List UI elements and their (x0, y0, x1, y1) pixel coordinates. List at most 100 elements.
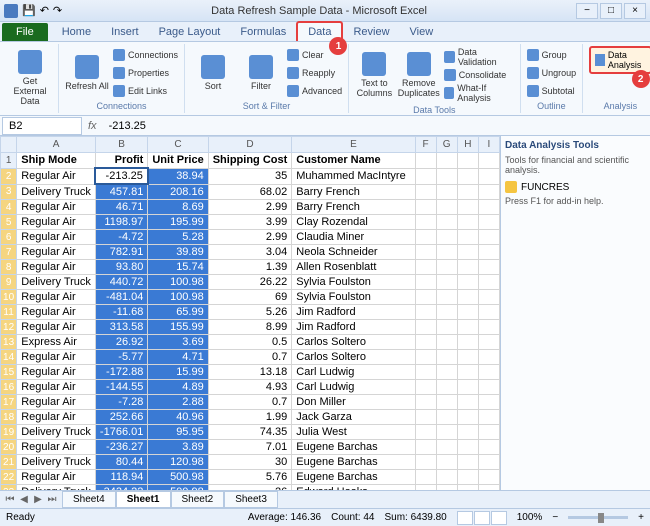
cell[interactable] (478, 200, 499, 215)
cell[interactable]: 5.26 (208, 305, 292, 320)
row-header-13[interactable]: 13 (1, 335, 17, 350)
view-normal-button[interactable] (457, 511, 473, 525)
cell[interactable] (478, 455, 499, 470)
cell[interactable]: 46.71 (95, 200, 147, 215)
cell[interactable]: Claudia Miner (292, 230, 415, 245)
cell[interactable]: 2.99 (208, 200, 292, 215)
cell[interactable] (415, 485, 436, 491)
cell[interactable]: 3.89 (148, 440, 208, 455)
tab-nav-first[interactable]: ⏮ (4, 494, 16, 505)
cell[interactable]: 1.99 (208, 410, 292, 425)
cell[interactable]: Regular Air (17, 305, 96, 320)
cell[interactable]: 782.91 (95, 245, 147, 260)
cell[interactable] (436, 380, 457, 395)
cell[interactable] (415, 168, 436, 184)
cell[interactable]: Regular Air (17, 245, 96, 260)
cell[interactable]: 1198.97 (95, 215, 147, 230)
cell[interactable]: 120.98 (148, 455, 208, 470)
cell[interactable] (415, 440, 436, 455)
cell[interactable] (478, 275, 499, 290)
cell[interactable]: 2.88 (148, 395, 208, 410)
cell[interactable]: 4.89 (148, 380, 208, 395)
cell[interactable]: Jack Garza (292, 410, 415, 425)
what-if-button[interactable]: What-If Analysis (444, 82, 514, 104)
row-header-9[interactable]: 9 (1, 275, 17, 290)
cell[interactable]: 26.22 (208, 275, 292, 290)
cell[interactable]: 8.99 (208, 320, 292, 335)
row-header-10[interactable]: 10 (1, 290, 17, 305)
cell[interactable]: Allen Rosenblatt (292, 260, 415, 275)
header-cell[interactable]: Ship Mode (17, 153, 96, 169)
cell[interactable]: 1.39 (208, 260, 292, 275)
row-header-14[interactable]: 14 (1, 350, 17, 365)
zoom-slider[interactable] (568, 516, 628, 519)
cell[interactable]: 8.69 (148, 200, 208, 215)
cell[interactable] (478, 470, 499, 485)
col-header-D[interactable]: D (208, 137, 292, 153)
tab-nav-last[interactable]: ⏭ (46, 494, 58, 505)
cell[interactable] (457, 365, 478, 380)
cell[interactable] (478, 440, 499, 455)
zoom-out-button[interactable]: − (552, 512, 558, 523)
cell[interactable]: 65.99 (148, 305, 208, 320)
cell[interactable]: -5.77 (95, 350, 147, 365)
cell[interactable]: 252.66 (95, 410, 147, 425)
cell[interactable] (478, 380, 499, 395)
row-header-22[interactable]: 22 (1, 470, 17, 485)
view-layout-button[interactable] (474, 511, 490, 525)
row-header-19[interactable]: 19 (1, 425, 17, 440)
row-header-16[interactable]: 16 (1, 380, 17, 395)
cell[interactable] (478, 305, 499, 320)
col-header-F[interactable]: F (415, 137, 436, 153)
cell[interactable] (478, 184, 499, 200)
cell[interactable]: Regular Air (17, 260, 96, 275)
cell[interactable] (457, 260, 478, 275)
col-header-C[interactable]: C (148, 137, 208, 153)
cell[interactable] (478, 245, 499, 260)
cell[interactable] (457, 168, 478, 184)
cell[interactable] (457, 245, 478, 260)
cell[interactable]: 68.02 (208, 184, 292, 200)
cell[interactable]: -7.28 (95, 395, 147, 410)
cell[interactable]: 195.99 (148, 215, 208, 230)
cell[interactable] (478, 290, 499, 305)
cell[interactable]: Delivery Truck (17, 455, 96, 470)
cell[interactable] (457, 230, 478, 245)
save-icon[interactable]: 💾 (22, 4, 36, 17)
cell[interactable] (415, 153, 436, 169)
cell[interactable] (436, 168, 457, 184)
cell[interactable] (415, 305, 436, 320)
reapply-button[interactable]: Reapply (287, 66, 342, 80)
cell[interactable]: 500.98 (148, 470, 208, 485)
cell[interactable] (478, 425, 499, 440)
cell[interactable]: 5.76 (208, 470, 292, 485)
cell[interactable]: Jim Radford (292, 320, 415, 335)
cell[interactable] (436, 335, 457, 350)
cell[interactable]: Delivery Truck (17, 184, 96, 200)
cell[interactable] (415, 395, 436, 410)
cell[interactable]: Barry French (292, 184, 415, 200)
cell[interactable] (457, 335, 478, 350)
row-header-15[interactable]: 15 (1, 365, 17, 380)
cell[interactable]: -144.55 (95, 380, 147, 395)
header-cell[interactable]: Unit Price (148, 153, 208, 169)
cell[interactable]: Regular Air (17, 230, 96, 245)
cell[interactable] (457, 305, 478, 320)
cell[interactable]: Carl Ludwig (292, 365, 415, 380)
cell[interactable] (436, 184, 457, 200)
cell[interactable] (457, 485, 478, 491)
cell[interactable]: 3424.22 (95, 485, 147, 491)
cell[interactable]: 0.7 (208, 395, 292, 410)
tab-nav-next[interactable]: ▶ (32, 494, 44, 505)
cell[interactable]: Regular Air (17, 395, 96, 410)
cell[interactable] (415, 230, 436, 245)
cell[interactable] (415, 200, 436, 215)
cell[interactable] (436, 425, 457, 440)
cell[interactable]: -172.88 (95, 365, 147, 380)
filter-button[interactable]: Filter (239, 46, 283, 100)
fx-icon[interactable]: fx (82, 120, 103, 132)
cell[interactable] (436, 455, 457, 470)
tab-home[interactable]: Home (52, 23, 101, 41)
col-header-A[interactable]: A (17, 137, 96, 153)
cell[interactable]: Regular Air (17, 380, 96, 395)
